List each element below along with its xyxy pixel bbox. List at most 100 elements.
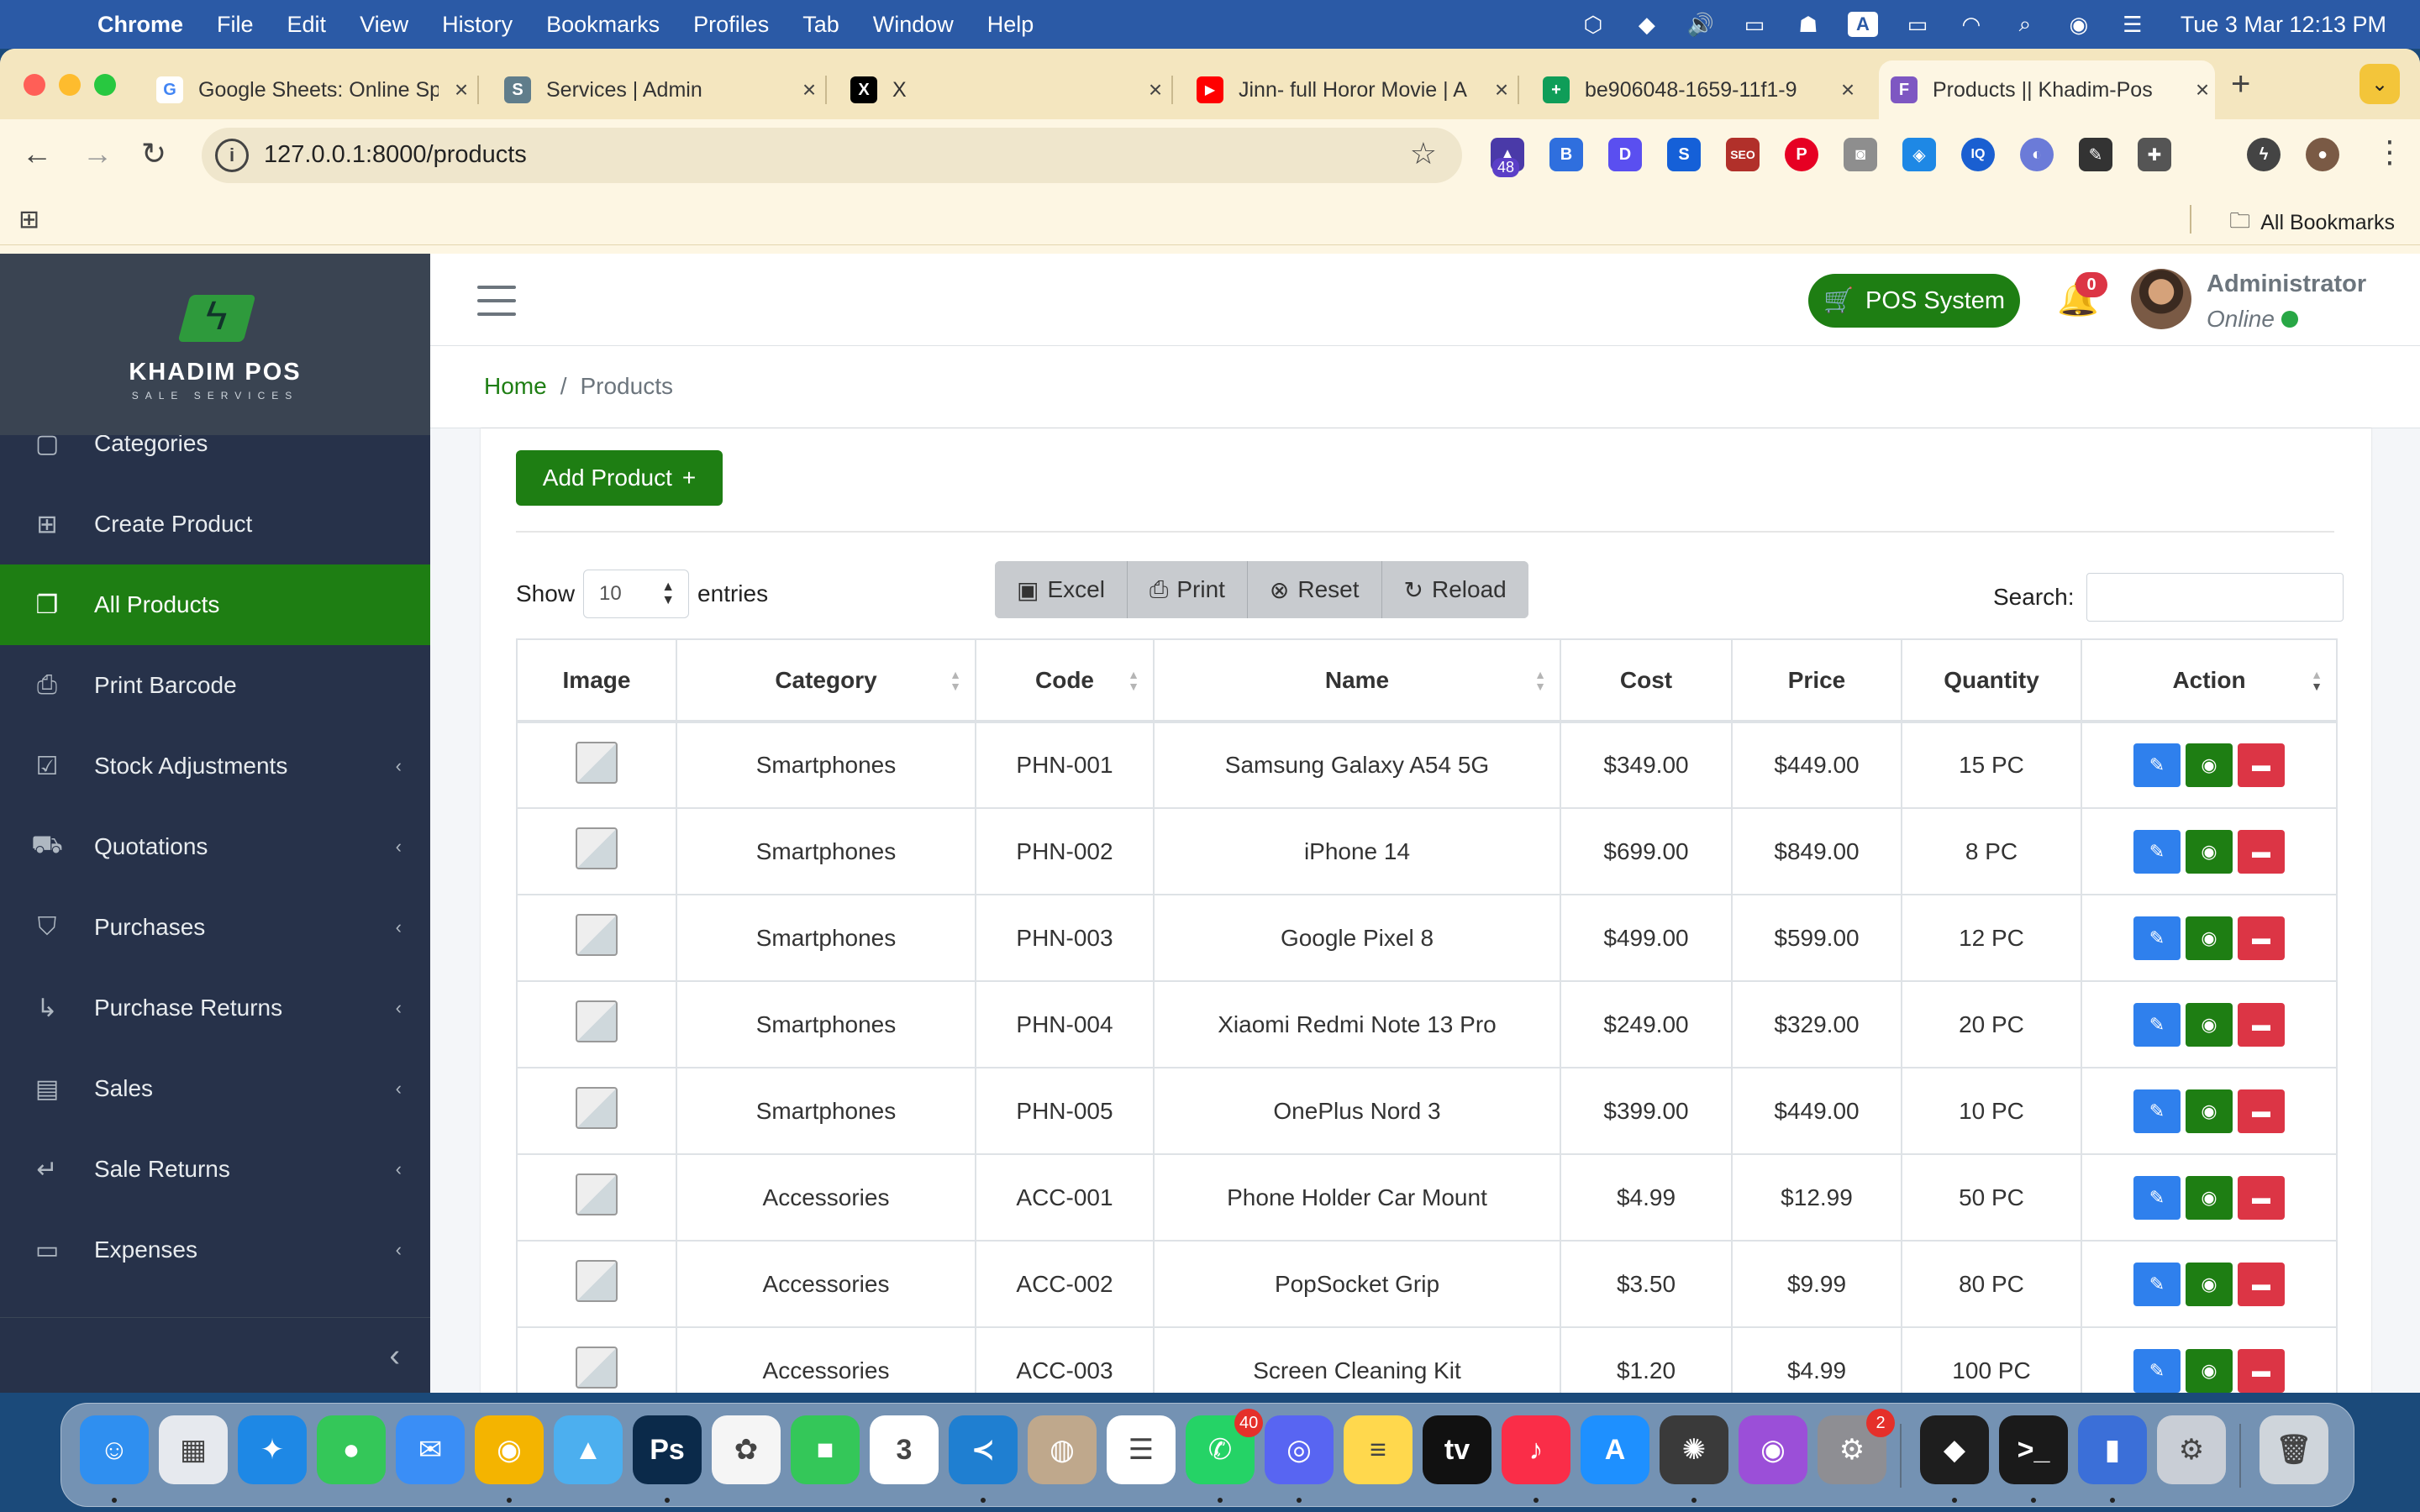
- tab-products-active[interactable]: F Products || Khadim-Pos ×: [1879, 60, 2215, 119]
- terminal-icon[interactable]: >_: [1999, 1415, 2068, 1484]
- menu-window[interactable]: Window: [873, 12, 954, 38]
- breadcrumb-home-link[interactable]: Home: [484, 373, 547, 400]
- performance-icon[interactable]: ϟ: [2247, 138, 2281, 171]
- photoshop-icon[interactable]: Ps: [633, 1415, 702, 1484]
- sidebar-item-sale-returns[interactable]: ↵ Sale Returns ‹: [0, 1129, 430, 1210]
- view-button[interactable]: ◉: [2186, 1348, 2233, 1393]
- menu-tab[interactable]: Tab: [802, 12, 839, 38]
- tab-youtube[interactable]: ▶ Jinn- full Horor Movie | A ×: [1197, 60, 1519, 119]
- display-icon[interactable]: ▭: [1740, 12, 1769, 37]
- excel-button[interactable]: ▣ Excel: [995, 561, 1128, 618]
- delete-button[interactable]: ▬: [2238, 743, 2285, 787]
- extension-camera-icon[interactable]: ◙: [1844, 138, 1877, 171]
- close-tab-icon[interactable]: ×: [1143, 76, 1168, 103]
- tab-search-icon[interactable]: ⌄: [2360, 64, 2400, 104]
- site-info-icon[interactable]: i: [215, 139, 249, 172]
- print-button[interactable]: ⎙ Print: [1127, 561, 1248, 618]
- extension-d-icon[interactable]: D: [1608, 138, 1642, 171]
- column-header-action[interactable]: Action ▲ ▼: [2081, 638, 2338, 723]
- delete-button[interactable]: ▬: [2238, 1089, 2285, 1133]
- cursor-icon[interactable]: ◆: [1920, 1415, 1989, 1484]
- extension-vpn-icon[interactable]: ◐: [2020, 138, 2054, 171]
- address-bar[interactable]: i 127.0.0.1:8000/products ☆: [202, 128, 1462, 183]
- entries-select[interactable]: 10 ▲ ▼: [583, 570, 690, 618]
- simulator-icon[interactable]: ▮: [2078, 1415, 2147, 1484]
- extension-bitwarden-icon[interactable]: B: [1549, 138, 1583, 171]
- appletv-icon[interactable]: tv: [1423, 1415, 1491, 1484]
- reload-icon[interactable]: ↻: [141, 136, 166, 171]
- tab-x[interactable]: X X ×: [850, 60, 1173, 119]
- view-button[interactable]: ◉: [2186, 1089, 2233, 1133]
- edit-button[interactable]: ✎: [2133, 1089, 2181, 1133]
- chrome-icon[interactable]: ◉: [475, 1415, 544, 1484]
- close-tab-icon[interactable]: ×: [797, 76, 822, 103]
- all-bookmarks-button[interactable]: 🗀 All Bookmarks: [2229, 205, 2395, 241]
- view-button[interactable]: ◉: [2186, 829, 2233, 874]
- trash-icon[interactable]: 🗑: [2260, 1415, 2328, 1484]
- extensions-puzzle-icon[interactable]: ✚: [2138, 138, 2171, 171]
- sidebar-item-purchase-returns[interactable]: ↳ Purchase Returns ‹: [0, 968, 430, 1048]
- delete-button[interactable]: ▬: [2238, 1175, 2285, 1220]
- edit-button[interactable]: ✎: [2133, 829, 2181, 874]
- tab-services-admin[interactable]: S Services | Admin ×: [504, 60, 827, 119]
- diamond-icon[interactable]: ◆: [1633, 12, 1661, 37]
- sidebar-item-quotations[interactable]: ⛟ Quotations ‹: [0, 806, 430, 887]
- reminders-icon[interactable]: ☰: [1107, 1415, 1176, 1484]
- utility-icon[interactable]: ⚙: [2157, 1415, 2226, 1484]
- collapse-sidebar-icon[interactable]: ‹: [389, 1338, 400, 1374]
- calendar-icon[interactable]: 3: [870, 1415, 939, 1484]
- cube-icon[interactable]: ⬡: [1579, 12, 1607, 37]
- menu-app-name[interactable]: Chrome: [97, 12, 183, 38]
- menu-history[interactable]: History: [442, 12, 513, 38]
- menu-profiles[interactable]: Profiles: [693, 12, 769, 38]
- siri-icon[interactable]: ◉: [2065, 12, 2093, 37]
- profile-avatar-icon[interactable]: ●: [2306, 138, 2339, 171]
- sidebar-item-print-barcode[interactable]: ⎙ Print Barcode: [0, 645, 430, 726]
- finder-icon[interactable]: ☺: [80, 1415, 149, 1484]
- maximize-window-button[interactable]: [94, 74, 116, 96]
- close-tab-icon[interactable]: ×: [449, 76, 474, 103]
- close-tab-icon[interactable]: ×: [1835, 76, 1860, 103]
- messages-icon[interactable]: ●: [317, 1415, 386, 1484]
- menu-help[interactable]: Help: [987, 12, 1034, 38]
- back-icon[interactable]: ←: [22, 136, 52, 171]
- extension-eyedropper-icon[interactable]: ✎: [2079, 138, 2112, 171]
- bookmark-star-icon[interactable]: ☆: [1410, 136, 1437, 171]
- view-button[interactable]: ◉: [2186, 1175, 2233, 1220]
- edit-button[interactable]: ✎: [2133, 1262, 2181, 1306]
- delete-button[interactable]: ▬: [2238, 916, 2285, 960]
- address-url[interactable]: 127.0.0.1:8000/products: [264, 141, 527, 169]
- pos-system-button[interactable]: 🛒 POS System: [1808, 274, 2020, 328]
- menu-file[interactable]: File: [217, 12, 254, 38]
- search-input[interactable]: [2086, 573, 2344, 622]
- facetime-icon[interactable]: ■: [791, 1415, 860, 1484]
- view-button[interactable]: ◉: [2186, 1262, 2233, 1306]
- close-tab-icon[interactable]: ×: [1489, 76, 1514, 103]
- search-icon[interactable]: ⌕: [2011, 11, 2039, 37]
- extension-s-icon[interactable]: S: [1667, 138, 1701, 171]
- sidebar-item-expenses[interactable]: ▭ Expenses ‹: [0, 1210, 430, 1290]
- delete-button[interactable]: ▬: [2238, 1002, 2285, 1047]
- edit-button[interactable]: ✎: [2133, 1175, 2181, 1220]
- sidebar-item-purchases[interactable]: ⛉ Purchases ‹: [0, 887, 430, 968]
- edit-button[interactable]: ✎: [2133, 1002, 2181, 1047]
- column-header-name[interactable]: Name ▲ ▼: [1153, 638, 1561, 723]
- maps-icon[interactable]: ▲: [554, 1415, 623, 1484]
- music-icon[interactable]: ♪: [1502, 1415, 1570, 1484]
- sidebar-item-sales[interactable]: ▤ Sales ‹: [0, 1048, 430, 1129]
- extension-seo-icon[interactable]: SEO: [1726, 138, 1760, 171]
- input-source-icon[interactable]: A: [1847, 12, 1878, 37]
- sidebar-item-create-product[interactable]: ⊞ Create Product: [0, 484, 430, 564]
- sidebar-item-stock-adjustments[interactable]: ☑ Stock Adjustments ‹: [0, 726, 430, 806]
- mail-icon[interactable]: ✉: [396, 1415, 465, 1484]
- chatgpt-icon[interactable]: ✺: [1660, 1415, 1728, 1484]
- menu-edit[interactable]: Edit: [287, 12, 327, 38]
- menu-bookmarks[interactable]: Bookmarks: [546, 12, 660, 38]
- apps-grid-icon[interactable]: ⊞: [18, 205, 39, 234]
- extension-layers-icon[interactable]: ◈: [1902, 138, 1936, 171]
- extension-pinterest-icon[interactable]: P: [1785, 138, 1818, 171]
- view-button[interactable]: ◉: [2186, 916, 2233, 960]
- launchpad-icon[interactable]: ▦: [159, 1415, 228, 1484]
- safari-icon[interactable]: ✦: [238, 1415, 307, 1484]
- reload-button[interactable]: ↻ Reload: [1381, 561, 1528, 618]
